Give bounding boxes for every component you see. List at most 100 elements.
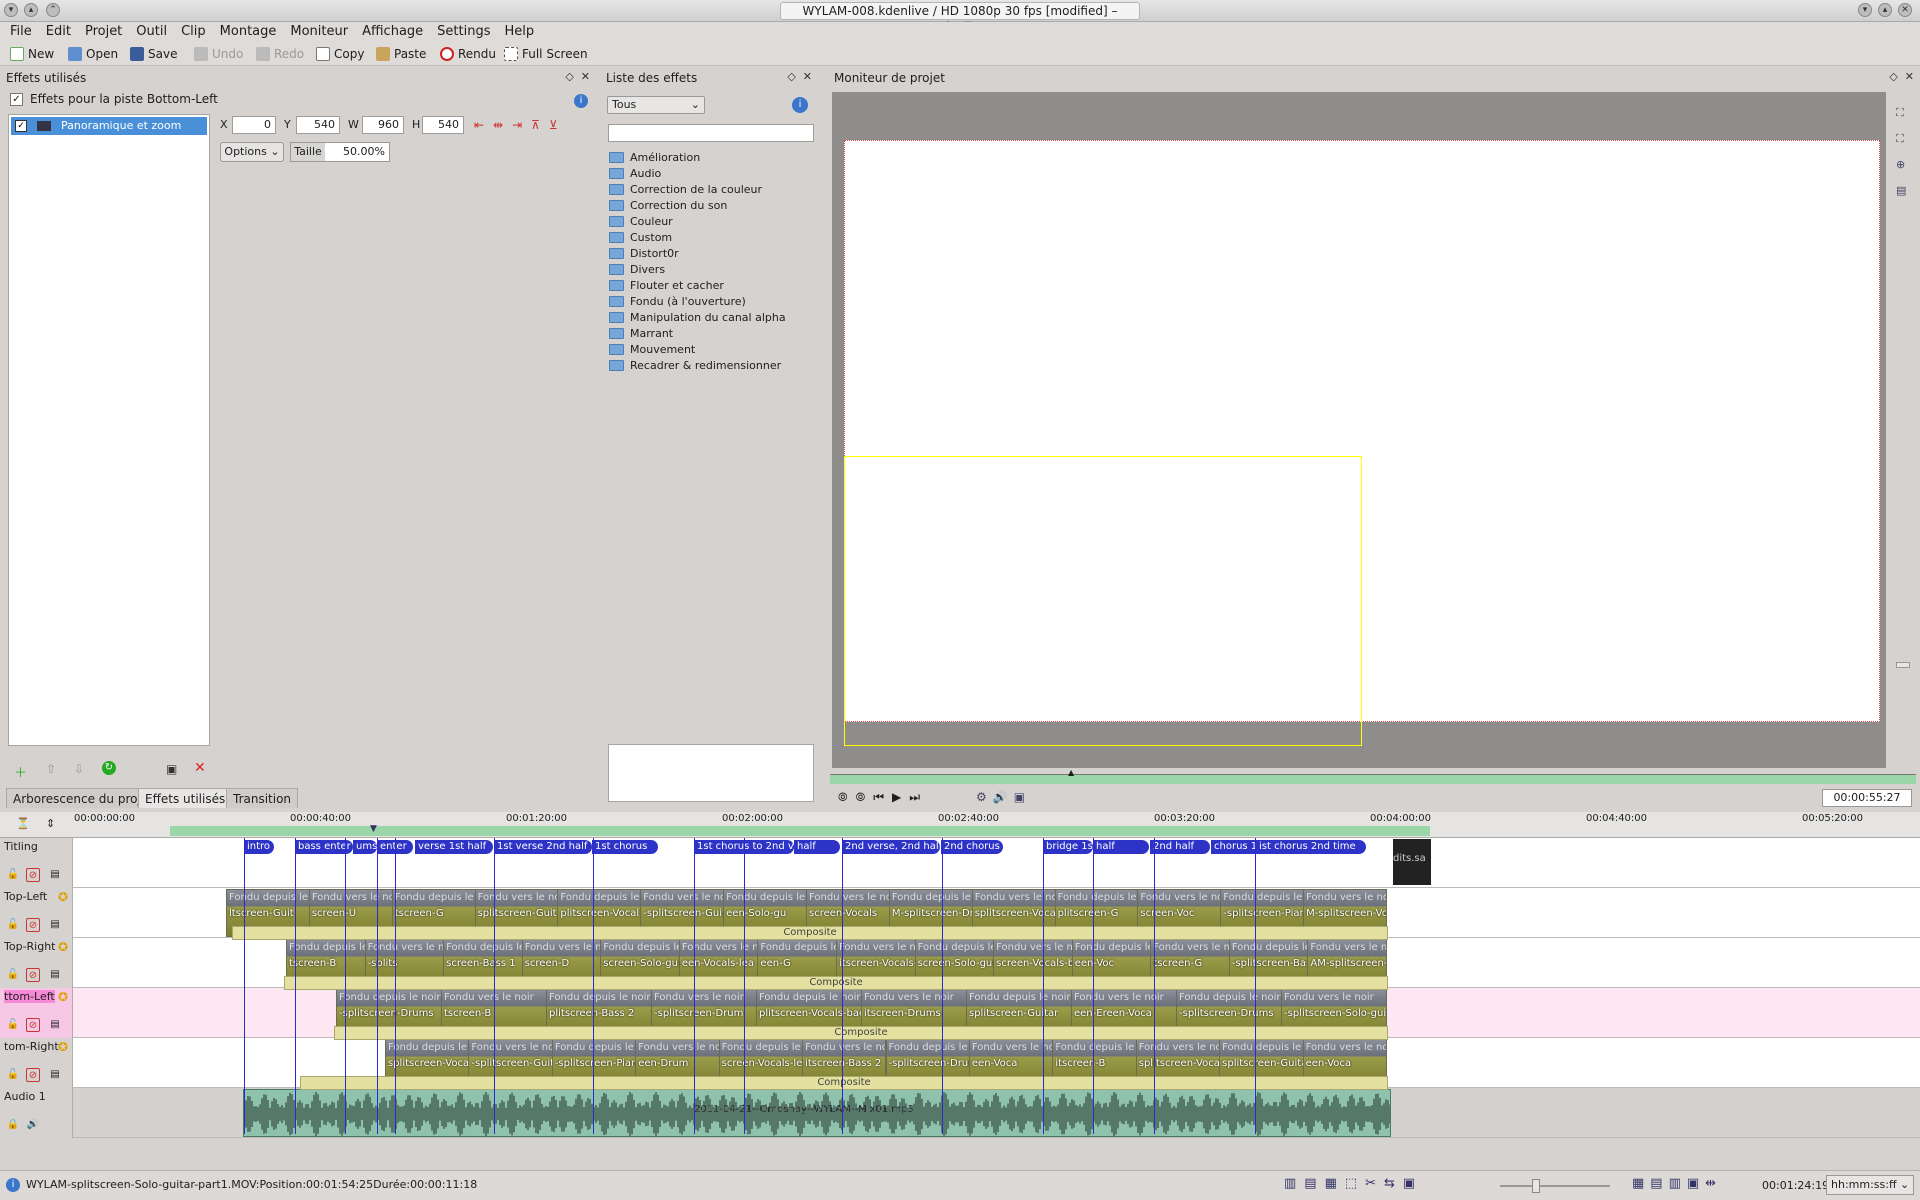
expand-tracks-icon[interactable]: ⇕ (46, 817, 55, 830)
paste-button[interactable]: Paste (374, 45, 426, 63)
effect-category-item[interactable]: Correction du son (608, 198, 808, 214)
effect-category-item[interactable]: Marrant (608, 326, 808, 342)
playback-controls[interactable]: ⦾⦾⏮▶⏭ (838, 790, 928, 805)
fullscreen-button[interactable]: Full Screen (502, 45, 588, 63)
add-effect-icon[interactable]: ＋ (14, 762, 27, 781)
credits-title-clip[interactable]: dits.sa (1393, 839, 1431, 885)
timeline-ruler[interactable]: ⏳ ⇕ ▼ 00:00:00:00 00:00:40:00 00:01:20:0… (0, 812, 1920, 838)
title-clip[interactable]: intro (244, 840, 274, 854)
title-clip[interactable]: 1st verse 2nd half (494, 840, 592, 854)
video-icon[interactable]: ▤ (48, 868, 62, 882)
collapse-tracks-icon[interactable]: ⏳ (16, 817, 30, 830)
effect-category-item[interactable]: Divers (608, 262, 808, 278)
timeline-mode-icons[interactable]: ▥▤▦⬚✂⇆▣ (1284, 1176, 1423, 1191)
zoom-slider-handle[interactable] (1896, 662, 1910, 668)
menu-help[interactable]: Help (498, 22, 542, 42)
title-clip[interactable]: half (794, 840, 840, 854)
panel-float-close-icons[interactable]: ◇ ✕ (1889, 70, 1914, 83)
menu-moniteur[interactable]: Moniteur (283, 22, 355, 42)
move-up-icon[interactable]: ⇧ (46, 762, 56, 776)
monitor-ruler[interactable] (830, 774, 1916, 784)
title-clip[interactable]: half (1093, 840, 1149, 854)
composite-transition[interactable]: Composite (300, 1076, 1388, 1090)
save-button[interactable]: Save (128, 45, 177, 63)
effect-filter-select[interactable]: Tous ⌄ (607, 96, 705, 114)
render-button[interactable]: Rendu (438, 45, 496, 63)
tab-project-tree[interactable]: Arborescence du projet (6, 788, 160, 808)
lock-icon[interactable]: 🔓 (6, 868, 20, 882)
title-clip[interactable]: verse 1st half (415, 840, 493, 854)
reset-effect-icon[interactable]: ↻ (102, 761, 116, 775)
timecode-format-select[interactable]: hh:mm:ss:ff ⌄ (1826, 1175, 1914, 1195)
w-field[interactable]: 960 (362, 116, 404, 134)
title-clip[interactable]: 2nd chorus (941, 840, 1003, 854)
redo-button[interactable]: Redo (254, 45, 304, 63)
hide-track-icon[interactable]: ⊘ (26, 1018, 40, 1032)
monitor-view[interactable] (832, 92, 1886, 768)
lock-icon[interactable]: 🔓 (6, 1068, 20, 1082)
open-button[interactable]: Open (66, 45, 118, 63)
lock-icon[interactable]: 🔓 (6, 1018, 20, 1032)
maximize-icon[interactable]: ▴ (1878, 3, 1892, 17)
effect-category-item[interactable]: Couleur (608, 214, 808, 230)
undo-button[interactable]: Undo (192, 45, 243, 63)
menu-file[interactable]: File (0, 22, 39, 42)
info-icon[interactable]: i (792, 97, 808, 113)
effect-category-item[interactable]: Fondu (à l'ouverture) (608, 294, 808, 310)
tab-effects-used[interactable]: Effets utilisés (138, 788, 233, 808)
menu-projet[interactable]: Projet (78, 22, 129, 42)
composite-transition[interactable]: Composite (232, 926, 1388, 940)
menu-montage[interactable]: Montage (213, 22, 284, 42)
video-icon[interactable]: ▤ (48, 1068, 62, 1082)
effect-category-item[interactable]: Amélioration (608, 150, 808, 166)
title-clip[interactable]: 2nd half (1150, 840, 1210, 854)
lock-icon[interactable]: 🔒 (6, 1118, 20, 1132)
menu-clip[interactable]: Clip (174, 22, 213, 42)
composite-transition[interactable]: Composite (334, 1026, 1388, 1040)
timeline-playhead-icon[interactable]: ▼ (370, 824, 377, 834)
speaker-icon[interactable]: 🔊 (26, 1118, 40, 1132)
video-icon[interactable]: ▤ (48, 968, 62, 982)
hide-track-icon[interactable]: ⊘ (26, 868, 40, 882)
video-icon[interactable]: ▤ (48, 918, 62, 932)
title-clip[interactable]: ums (353, 840, 377, 854)
title-clip[interactable]: 2nd verse, 2nd half (842, 840, 940, 854)
effect-item-pan-zoom[interactable]: ✓ Panoramique et zoom (11, 117, 207, 135)
info-icon[interactable]: i (574, 94, 588, 108)
effect-search-input[interactable] (608, 124, 814, 142)
geometry-rect[interactable] (844, 456, 1362, 746)
video-icon[interactable]: ▤ (48, 1018, 62, 1032)
effect-category-item[interactable]: Correction de la couleur (608, 182, 808, 198)
move-down-icon[interactable]: ⇩ (74, 762, 84, 776)
effect-category-item[interactable]: Custom (608, 230, 808, 246)
track-effects-checkbox[interactable]: ✓ (10, 93, 23, 106)
track-tool-icons[interactable]: ▦▤▥▣⇹ (1632, 1176, 1722, 1191)
minimize-icon[interactable]: ▾ (1858, 3, 1872, 17)
title-clip[interactable]: 1st chorus (592, 840, 658, 854)
effect-category-item[interactable]: Audio (608, 166, 808, 182)
panel-float-close-icons[interactable]: ◇ ✕ (787, 70, 812, 83)
app-menu-icon[interactable]: ▾ (4, 3, 18, 17)
size-spinbox[interactable]: Taille 50.00% (290, 142, 390, 162)
effect-category-item[interactable]: Mouvement (608, 342, 808, 358)
keyframe-navigation-icons[interactable]: ⇤⇹⇥⊼⊻ (474, 118, 567, 132)
monitor-side-tools[interactable]: ⛶ ⛶ ⊕ ▤ (1896, 100, 1912, 204)
h-field[interactable]: 540 (422, 116, 464, 134)
effect-category-item[interactable]: Recadrer & redimensionner (608, 358, 808, 374)
composite-transition[interactable]: Composite (284, 976, 1388, 990)
track-titling[interactable]: Titling 🔓 ⊘ ▤ intro bass enter ums enter verse … (0, 838, 1920, 888)
new-button[interactable]: New (8, 45, 54, 63)
shade-icon[interactable]: ⌃ (46, 3, 60, 17)
close-icon[interactable]: ✕ (1898, 3, 1912, 17)
hide-track-icon[interactable]: ⊘ (26, 1068, 40, 1082)
menu-affichage[interactable]: Affichage (355, 22, 430, 42)
keep-above-icon[interactable]: ▴ (24, 3, 38, 17)
menu-edit[interactable]: Edit (39, 22, 78, 42)
monitor-timecode[interactable]: 00:00:55:27 (1822, 789, 1912, 807)
effect-enable-checkbox[interactable]: ✓ (15, 120, 27, 132)
effect-category-item[interactable]: Flouter et cacher (608, 278, 808, 294)
x-field[interactable]: 0 (232, 116, 276, 134)
effect-category-item[interactable]: Manipulation du canal alpha (608, 310, 808, 326)
title-clip[interactable]: bridge 1st (1043, 840, 1093, 854)
menu-settings[interactable]: Settings (430, 22, 497, 42)
